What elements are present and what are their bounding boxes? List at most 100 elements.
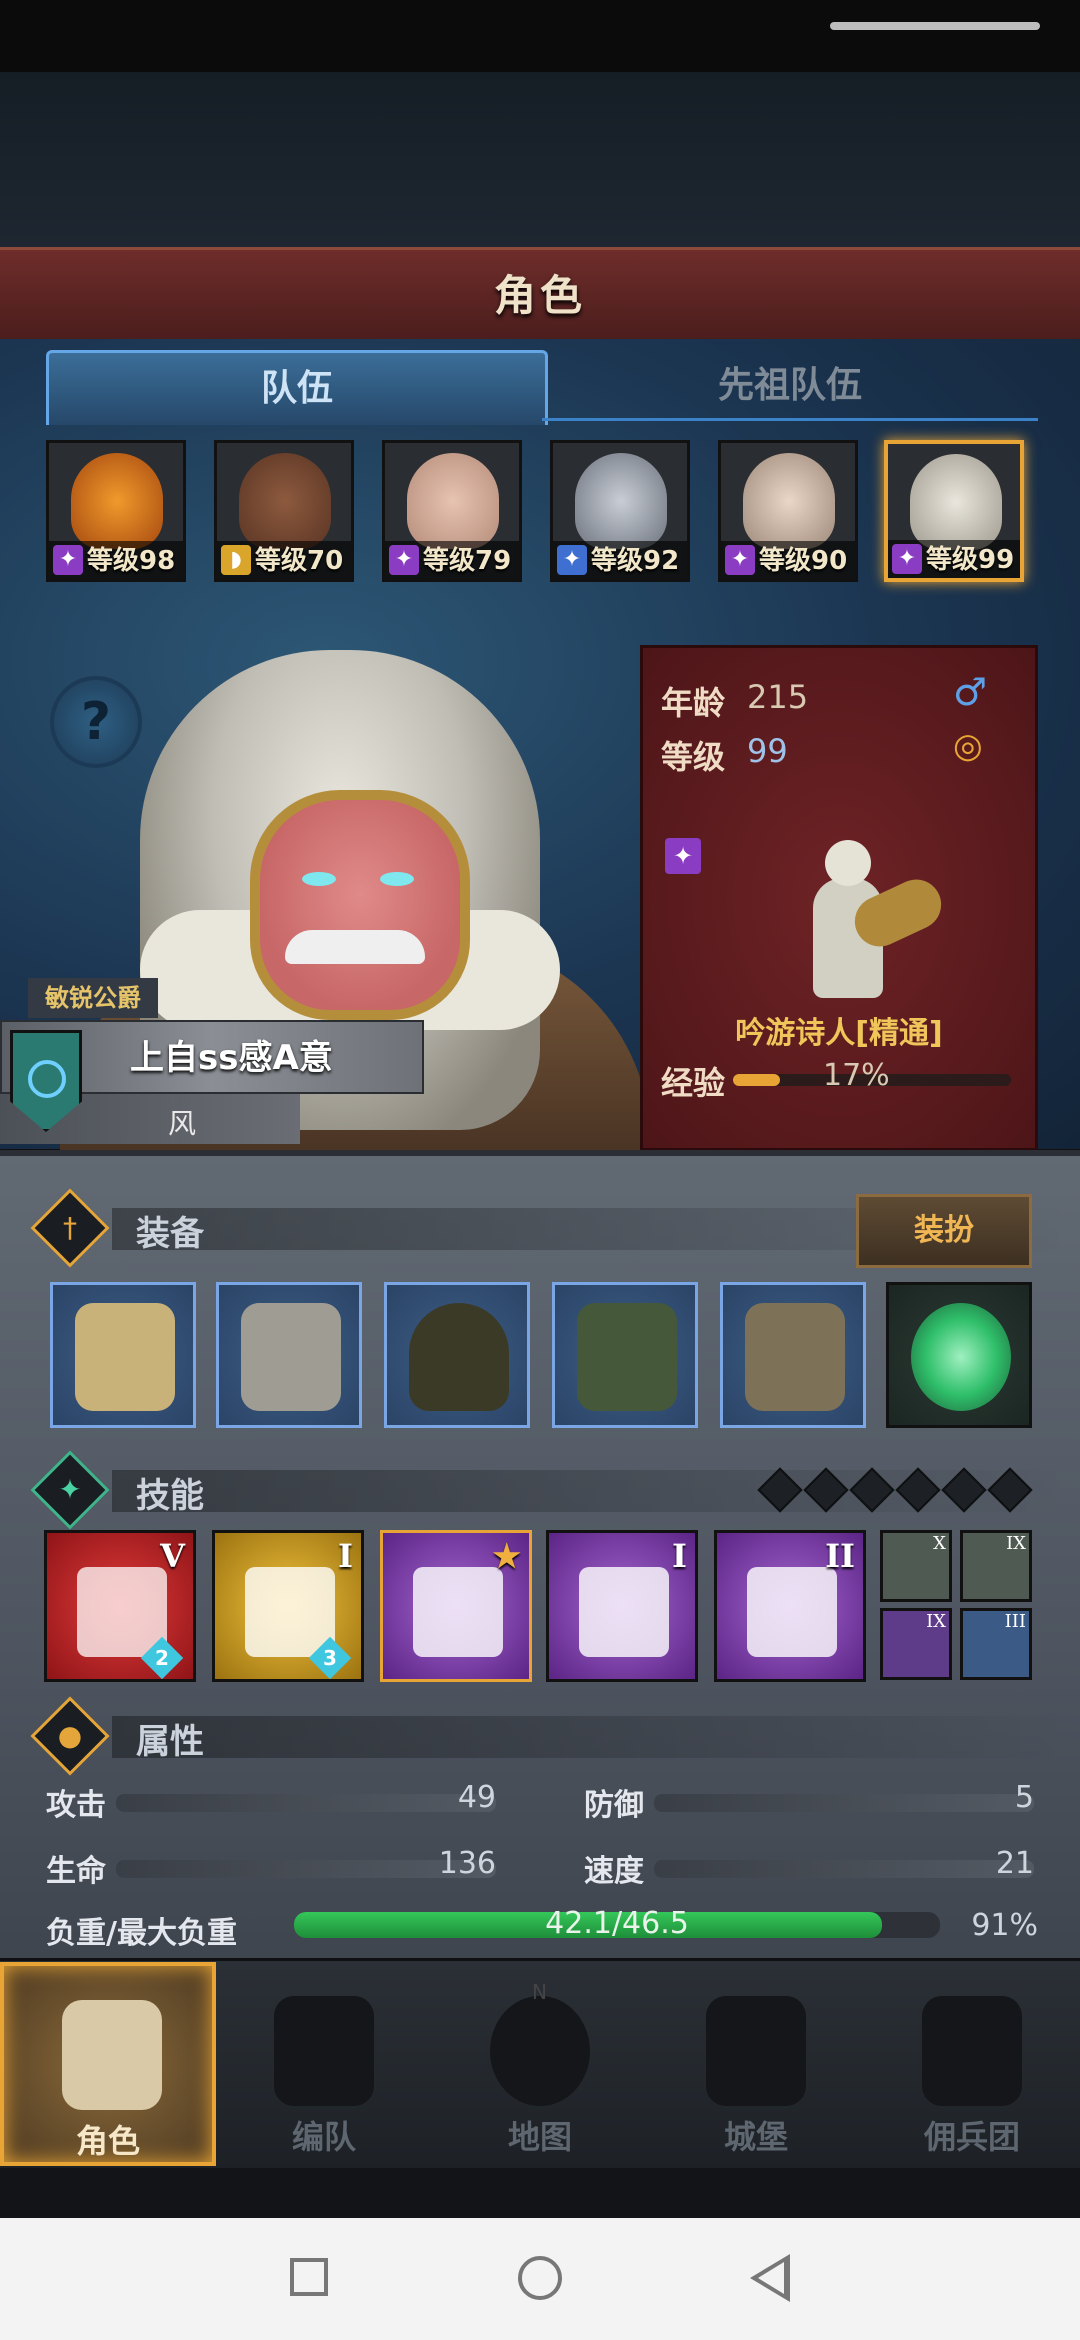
nav-character[interactable]: 角色 xyxy=(0,1962,216,2166)
party-member-3[interactable]: ✦ 等级79 xyxy=(382,440,522,582)
attack-value: 49 xyxy=(457,1780,496,1815)
party-member-5[interactable]: ✦ 等级90 xyxy=(718,440,858,582)
elf-flowers-portrait-icon xyxy=(407,453,499,549)
exp-label: 经验 xyxy=(661,1064,726,1102)
recent-apps-button[interactable] xyxy=(290,2258,328,2296)
passive-slot-2[interactable]: IX xyxy=(960,1530,1032,1602)
character-origin: 风 xyxy=(168,1107,197,1140)
tab-ancestor-party[interactable]: 先祖队伍 xyxy=(544,350,1036,422)
age-label: 年龄 xyxy=(661,684,726,722)
gem-count: 3 xyxy=(323,1646,337,1670)
attributes-title: 属性 xyxy=(136,1722,204,1762)
gem-count: 2 xyxy=(155,1646,169,1670)
nav-label: 佣兵团 xyxy=(923,2118,1020,2156)
skill-rank: V xyxy=(160,1537,185,1575)
ring-icon: ◎ xyxy=(953,726,983,766)
attributes-section-header: ● 属性 xyxy=(30,1696,1072,1776)
tab-underline xyxy=(542,418,1038,421)
sun-emblem-icon xyxy=(28,1060,66,1098)
equip-slot-ring[interactable] xyxy=(886,1282,1032,1428)
level-value: 99 xyxy=(747,732,788,770)
speed-value: 21 xyxy=(995,1846,1034,1881)
skill-rank: II xyxy=(825,1537,855,1575)
passive-rank: III xyxy=(1004,1611,1026,1632)
defense-label: 防御 xyxy=(584,1788,644,1823)
party-crystal-icon xyxy=(747,1567,837,1657)
info-card: 年龄 215 ♂ 等级 99 ◎ ✦ 吟游诗人[精通] 经验 17% xyxy=(640,645,1038,1151)
character-name[interactable]: 上自ss感A意 xyxy=(130,1030,333,1079)
skill-slot-5[interactable]: II xyxy=(714,1530,866,1682)
level-label: 等级70 xyxy=(255,546,344,576)
person-icon: ● xyxy=(30,1696,110,1776)
nav-label: 地图 xyxy=(507,2118,572,2156)
nav-castle[interactable]: 城堡 xyxy=(648,1962,864,2166)
skill-slot-4[interactable]: I xyxy=(546,1530,698,1682)
nav-mercenary[interactable]: 佣兵团 xyxy=(864,1962,1080,2166)
staff-icon: ✦ xyxy=(389,545,419,575)
speed-label: 速度 xyxy=(584,1854,644,1889)
hero-face xyxy=(250,790,470,1020)
knight-icon xyxy=(62,2000,162,2110)
level-label: 等级98 xyxy=(87,546,176,576)
party-member-2[interactable]: ◗ 等级70 xyxy=(214,440,354,582)
tunic-icon xyxy=(577,1303,677,1411)
castle-icon xyxy=(706,1996,806,2106)
equip-slot-offhand[interactable] xyxy=(216,1282,362,1428)
staff-icon: ✦ xyxy=(892,544,922,574)
party-member-6-selected[interactable]: ✦ 等级99 xyxy=(884,440,1024,582)
compass-icon xyxy=(490,1996,590,2106)
load-label: 负重/最大负重 xyxy=(46,1916,237,1951)
crystal-icon xyxy=(579,1567,669,1657)
party-member-1[interactable]: ✦ 等级98 xyxy=(46,440,186,582)
character-title: 敏锐公爵 xyxy=(28,978,158,1018)
emerald-ring-icon xyxy=(911,1303,1011,1411)
section-bar xyxy=(112,1716,1072,1758)
help-button[interactable]: ? xyxy=(50,676,142,768)
star-badge-icon: ★ xyxy=(492,1537,521,1575)
staff-icon: ✦ xyxy=(53,545,83,575)
passive-rank: X xyxy=(933,1533,946,1554)
crossbow-icon xyxy=(241,1303,341,1411)
bard-head xyxy=(825,840,871,886)
passive-slot-4[interactable]: III xyxy=(960,1608,1032,1680)
skill-slot-3[interactable]: ★ xyxy=(380,1530,532,1682)
equip-slot-boots[interactable] xyxy=(720,1282,866,1428)
hero-mustache xyxy=(285,930,425,964)
load-percent: 91% xyxy=(971,1908,1038,1943)
equip-slot-armor[interactable] xyxy=(552,1282,698,1428)
equip-slot-weapon[interactable] xyxy=(50,1282,196,1428)
skill-slots-indicator xyxy=(757,1467,1036,1513)
exp-percent: 17% xyxy=(823,1058,890,1093)
status-bar xyxy=(0,0,1080,72)
home-button[interactable] xyxy=(518,2256,562,2300)
passive-slot-3[interactable]: IX xyxy=(880,1608,952,1680)
skill-slot-1[interactable]: V 2 xyxy=(44,1530,196,1682)
tab-party[interactable]: 队伍 xyxy=(46,350,548,425)
equip-slot-head[interactable] xyxy=(384,1282,530,1428)
gem-badge: 3 xyxy=(308,1636,352,1679)
passive-slot-1[interactable]: X xyxy=(880,1530,952,1602)
skill-rank: I xyxy=(338,1537,353,1575)
skill-slot-2[interactable]: I 3 xyxy=(212,1530,364,1682)
dagger-icon: † xyxy=(30,1188,110,1268)
hp-value: 136 xyxy=(438,1846,496,1881)
passive-rank: IX xyxy=(926,1611,946,1632)
defense-value: 5 xyxy=(1014,1780,1034,1815)
dress-up-button[interactable]: 装扮 xyxy=(856,1194,1032,1268)
back-button-inner xyxy=(758,2262,784,2294)
male-icon: ♂ xyxy=(953,670,988,714)
music-note-icon xyxy=(413,1567,503,1657)
bard-figure xyxy=(783,828,950,1008)
level-label: 等级92 xyxy=(591,546,680,576)
nav-formation[interactable]: 编队 xyxy=(216,1962,432,2166)
sword-icon: ✦ xyxy=(557,545,587,575)
party-member-4[interactable]: ✦ 等级92 xyxy=(550,440,690,582)
boots-icon xyxy=(745,1303,845,1411)
pumpkin-portrait-icon xyxy=(71,453,163,549)
level-label: 等级99 xyxy=(926,545,1015,575)
skill-rank: I xyxy=(672,1537,687,1575)
age-value: 215 xyxy=(747,678,809,716)
page-title: 角色 xyxy=(493,271,586,320)
bottom-strip xyxy=(0,2168,1080,2218)
crossbow-icon xyxy=(75,1303,175,1411)
